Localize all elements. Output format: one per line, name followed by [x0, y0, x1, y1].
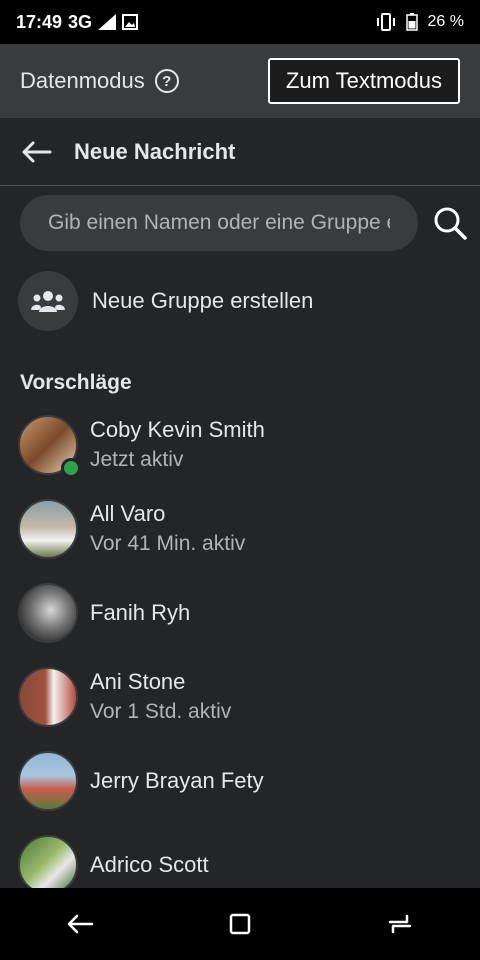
home-square-icon: [229, 913, 251, 935]
search-icon: [434, 207, 467, 240]
search-input[interactable]: [20, 195, 418, 251]
contact-status: Jetzt aktiv: [90, 448, 184, 471]
contact-name: Fanih Ryh: [90, 600, 191, 625]
contact-item[interactable]: All Varo Vor 41 Min. aktiv: [0, 487, 480, 571]
avatar: [18, 583, 78, 643]
network-indicator: 3G: [68, 11, 93, 32]
contact-name: Jerry Brayan Fety: [90, 768, 264, 793]
data-mode-bar: Datenmodus ? Zum Textmodus: [0, 44, 480, 118]
avatar: [18, 415, 81, 478]
nav-back-button[interactable]: [56, 900, 104, 948]
search-row: [20, 195, 470, 251]
contact-item[interactable]: Jerry Brayan Fety: [0, 739, 480, 823]
battery-icon: [405, 13, 418, 31]
contact-item[interactable]: Fanih Ryh: [0, 571, 480, 655]
group-icon-circle: [18, 271, 78, 331]
avatar: [18, 667, 78, 727]
nav-home-button[interactable]: [216, 900, 264, 948]
battery-percent: 26 %: [427, 13, 464, 30]
clock: 17:49: [16, 11, 63, 32]
suggestions-title: Vorschläge: [20, 371, 132, 394]
avatar: [18, 835, 78, 895]
contact-name: Coby Kevin Smith: [90, 417, 265, 442]
data-mode-title: Datenmodus: [20, 68, 145, 93]
contact-name: Adrico Scott: [90, 852, 209, 877]
group-icon: [31, 291, 65, 312]
help-icon[interactable]: ?: [154, 69, 179, 93]
navigation-bar: [0, 888, 480, 960]
image-notification-icon: [122, 14, 139, 30]
back-icon: [67, 914, 94, 934]
search-button[interactable]: [430, 203, 470, 243]
contact-item[interactable]: Ani Stone Vor 1 Std. aktiv: [0, 655, 480, 739]
contact-status: Vor 41 Min. aktiv: [90, 532, 246, 555]
avatar: [18, 499, 78, 559]
create-group-label: Neue Gruppe erstellen: [92, 288, 314, 313]
status-right: 26 %: [376, 13, 464, 31]
nav-recents-button[interactable]: [376, 900, 424, 948]
status-bar: 17:49 3G 26 %: [0, 0, 480, 44]
header: Neue Nachricht: [0, 118, 480, 186]
vibrate-icon: [376, 13, 395, 31]
recents-icon: [388, 914, 412, 934]
contact-status: Vor 1 Std. aktiv: [90, 700, 232, 723]
back-arrow-icon[interactable]: [20, 140, 52, 164]
create-group-item[interactable]: Neue Gruppe erstellen: [18, 270, 313, 332]
online-indicator: [61, 458, 81, 478]
contact-list: Coby Kevin Smith Jetzt aktiv All Varo Vo…: [0, 403, 480, 907]
page-title: Neue Nachricht: [74, 138, 236, 164]
contact-item[interactable]: Coby Kevin Smith Jetzt aktiv: [0, 403, 480, 487]
avatar: [18, 751, 78, 811]
contact-name: All Varo: [90, 501, 166, 526]
text-mode-button[interactable]: Zum Textmodus: [267, 58, 460, 104]
status-left: 17:49 3G: [16, 11, 139, 33]
contact-name: Ani Stone: [90, 669, 186, 694]
signal-icon: [98, 14, 117, 30]
